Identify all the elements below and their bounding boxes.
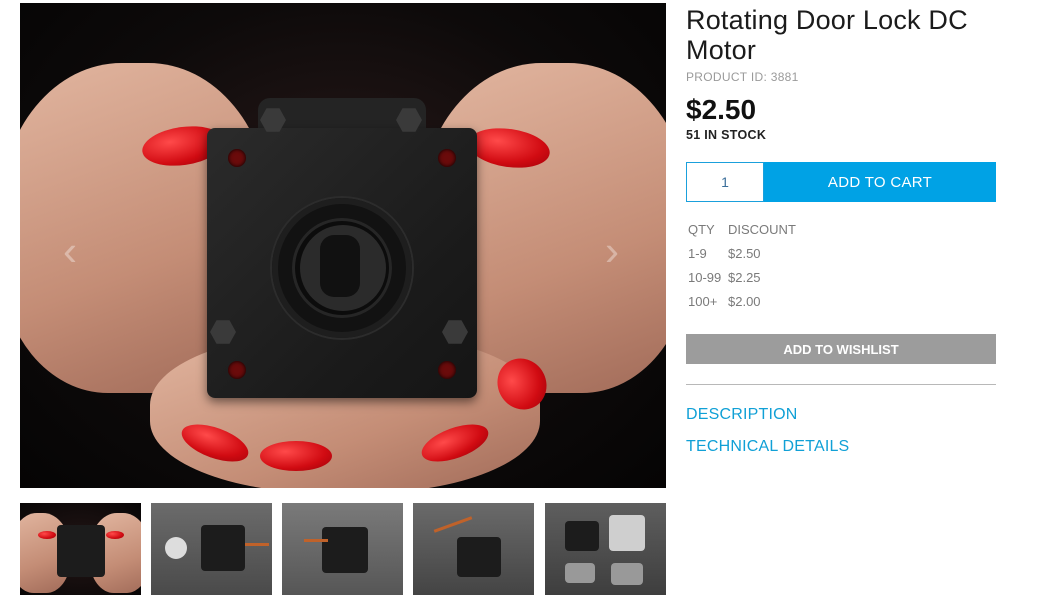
product-price: $2.50 (686, 94, 757, 125)
divider (686, 384, 996, 385)
wire-image (304, 539, 328, 542)
wire-image (245, 543, 269, 546)
qty-header: QTY (688, 222, 715, 237)
chevron-right-icon[interactable]: › (600, 230, 624, 272)
fingernail (260, 441, 332, 471)
discount-row: 1-9 $2.50 (688, 246, 796, 270)
tab-description[interactable]: DESCRIPTION (686, 406, 798, 424)
add-to-cart-button[interactable]: ADD TO CART (764, 162, 996, 202)
thumbnail-1[interactable] (20, 503, 141, 595)
thumbnail-strip (20, 503, 666, 595)
fingernail (38, 531, 56, 539)
add-to-cart-row: ADD TO CART (686, 162, 996, 202)
thumbnail-2[interactable] (151, 503, 272, 595)
discount-row: 10-99 $2.25 (688, 270, 796, 294)
discount-header: DISCOUNT (728, 222, 796, 237)
discount-price: $2.25 (728, 270, 761, 285)
stock-status: 51 IN STOCK (686, 128, 767, 142)
motor-part (609, 515, 645, 551)
motor-part (565, 521, 599, 551)
discount-row: 100+ $2.00 (688, 294, 796, 318)
fingernail (106, 531, 124, 539)
discount-qty: 100+ (688, 294, 718, 309)
motor-plate (57, 525, 105, 577)
mount-hole (438, 361, 456, 379)
discount-header-row: QTY DISCOUNT (688, 222, 796, 246)
discount-qty: 1-9 (688, 246, 707, 261)
discount-qty: 10-99 (688, 270, 722, 285)
discount-price: $2.50 (728, 246, 761, 261)
add-to-wishlist-button[interactable]: ADD TO WISHLIST (686, 334, 996, 364)
mount-hole (228, 361, 246, 379)
discount-table: QTY DISCOUNT 1-9 $2.50 10-99 $2.25 100+ $2.0… (688, 222, 796, 318)
wire-image (433, 516, 473, 533)
product-title: Rotating Door Lock DC Motor (686, 5, 968, 65)
mount-hole (228, 149, 246, 167)
motor-plate (322, 527, 368, 573)
motor-part (565, 563, 595, 583)
tab-technical-details[interactable]: TECHNICAL DETAILS (686, 438, 849, 456)
motor-body (457, 537, 501, 577)
motor-plate (201, 525, 245, 571)
coin-image (165, 537, 187, 559)
mount-hole (438, 149, 456, 167)
motor-part (611, 563, 643, 585)
chevron-left-icon[interactable]: ‹ (58, 230, 82, 272)
product-info-panel: Rotating Door Lock DC Motor PRODUCT ID: … (686, 0, 996, 142)
motor-slot (320, 235, 360, 297)
main-product-image[interactable]: ‹ › (20, 3, 666, 488)
thumbnail-4[interactable] (413, 503, 534, 595)
thumbnail-5[interactable] (545, 503, 666, 595)
product-id: PRODUCT ID: 3881 (686, 70, 799, 84)
discount-price: $2.00 (728, 294, 761, 309)
quantity-input[interactable] (686, 162, 764, 202)
thumbnail-3[interactable] (282, 503, 403, 595)
